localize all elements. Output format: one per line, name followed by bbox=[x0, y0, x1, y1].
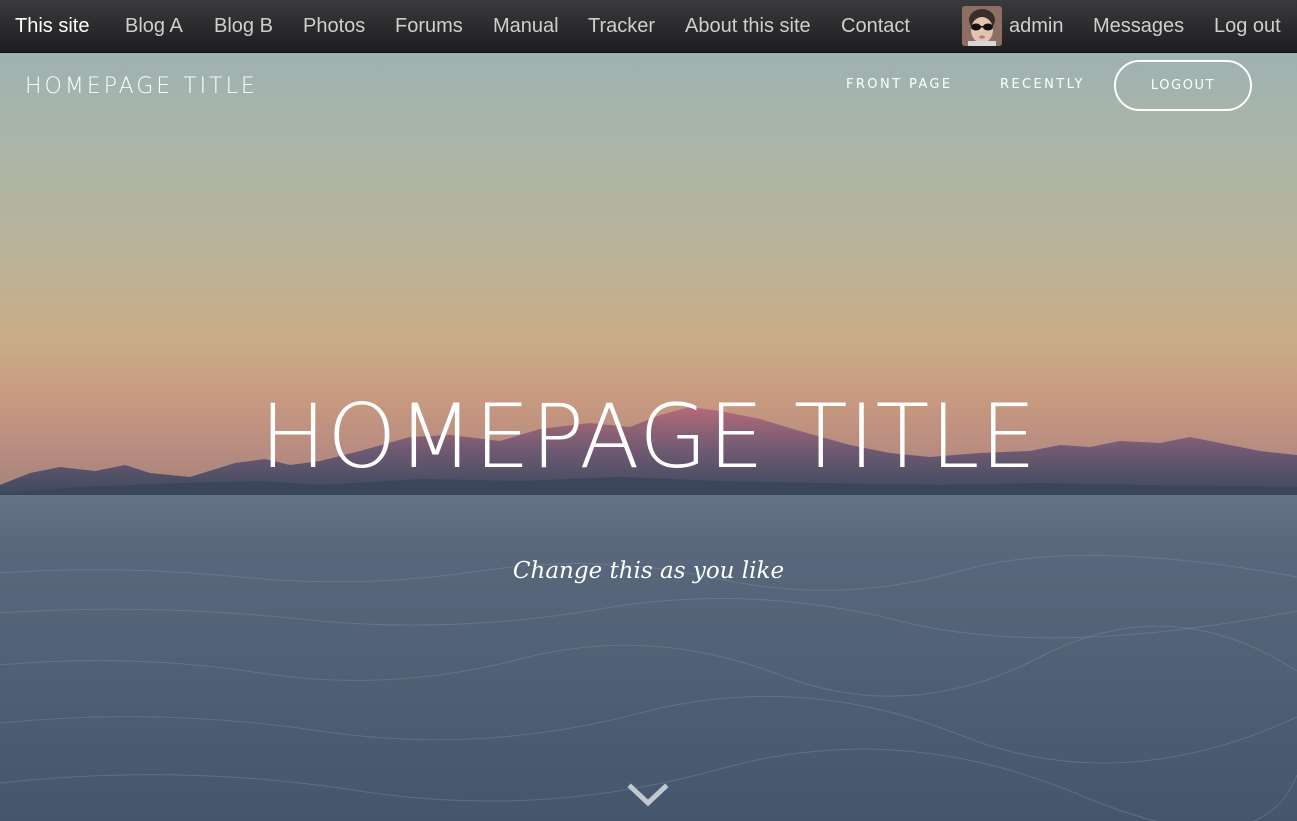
toolbar-link-log-out[interactable]: Log out bbox=[1214, 0, 1281, 52]
toolbar-link-photos[interactable]: Photos bbox=[303, 0, 365, 52]
hero-subtitle: Change this as you like bbox=[512, 558, 785, 584]
nav-link-front-page[interactable]: FRONT PAGE bbox=[846, 77, 953, 92]
toolbar-link-blog-b[interactable]: Blog B bbox=[214, 0, 273, 52]
toolbar-link-about[interactable]: About this site bbox=[685, 0, 811, 52]
toolbar-link-messages[interactable]: Messages bbox=[1093, 0, 1184, 52]
toolbar-link-forums[interactable]: Forums bbox=[395, 0, 463, 52]
user-avatar[interactable] bbox=[962, 6, 1002, 46]
admin-toolbar: This site Blog A Blog B Photos Forums Ma… bbox=[0, 0, 1297, 53]
logout-button[interactable]: LOGOUT bbox=[1114, 60, 1252, 111]
toolbar-link-this-site[interactable]: This site bbox=[15, 0, 89, 52]
scroll-down-button[interactable] bbox=[627, 779, 669, 811]
user-avatar-icon bbox=[962, 6, 1002, 46]
toolbar-link-manual[interactable]: Manual bbox=[493, 0, 559, 52]
hero-section: HOMEPAGE TITLE FRONT PAGE RECENTLY LOGOU… bbox=[0, 53, 1297, 821]
toolbar-link-tracker[interactable]: Tracker bbox=[588, 0, 655, 52]
toolbar-link-blog-a[interactable]: Blog A bbox=[125, 0, 183, 52]
toolbar-link-contact[interactable]: Contact bbox=[841, 0, 910, 52]
toolbar-user-name[interactable]: admin bbox=[1009, 0, 1063, 52]
chevron-down-icon bbox=[627, 783, 669, 807]
site-title[interactable]: HOMEPAGE TITLE bbox=[25, 74, 258, 99]
nav-link-recently[interactable]: RECENTLY bbox=[1000, 77, 1085, 92]
hero-title: HOMEPAGE TITLE bbox=[260, 385, 1037, 488]
